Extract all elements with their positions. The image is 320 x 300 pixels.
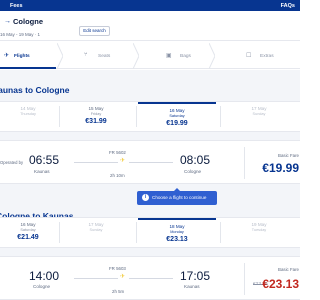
- outbound-flight-card[interactable]: Operated by 06:55 Kaunas FR 5602 ✈ 2h 10…: [0, 140, 300, 184]
- step-seats[interactable]: ⑂ Seats: [84, 43, 134, 69]
- step-separator: [133, 43, 139, 69]
- date-option[interactable]: 15 May Friday €31.99: [62, 102, 130, 131]
- date-option-selected[interactable]: 18 May Monday €23.13: [138, 218, 216, 247]
- plane-icon: ✈: [4, 53, 10, 59]
- faqs-link[interactable]: FAQs: [281, 3, 295, 9]
- edit-search-button[interactable]: Edit search: [79, 26, 110, 36]
- fare-label: Basic Fare: [278, 153, 299, 158]
- arrival-time: 17:05: [180, 269, 211, 283]
- seat-icon: ⑂: [84, 52, 88, 58]
- fare-price: €19.99: [262, 161, 299, 175]
- step-bags-label: Bags: [180, 54, 191, 59]
- date-option[interactable]: 16 May Saturday €21.49: [0, 218, 56, 247]
- step-seats-label: Seats: [98, 54, 111, 59]
- step-flights-label: Flights: [14, 54, 30, 59]
- fees-link[interactable]: Fees: [10, 3, 23, 9]
- destination-title: Cologne: [13, 17, 43, 26]
- departure-time: 06:55: [29, 153, 60, 167]
- step-extras-label: Extras: [260, 54, 274, 59]
- flight-number: FR 5602: [109, 150, 126, 155]
- flight-duration: 2h 10m: [110, 173, 125, 178]
- outbound-date-bar: 14 May Thursday 15 May Friday €31.99 16 …: [0, 101, 300, 132]
- date-option[interactable]: 17 May Sunday: [62, 218, 130, 247]
- bag-icon: ▣: [166, 53, 172, 59]
- date-option[interactable]: 19 May Tuesday: [224, 218, 294, 247]
- step-flights[interactable]: ✈ Flights: [4, 43, 64, 69]
- flight-duration: 2h 5m: [112, 289, 125, 294]
- extras-icon: ☐: [246, 53, 252, 59]
- trip-summary: → Cologne 16 May - 19 May · 1 Edit searc…: [0, 11, 300, 41]
- booking-steps: ✈ Flights ⑂ Seats ▣ Bags ☐ Extras: [0, 43, 300, 69]
- arrival-city: Cologne: [184, 169, 202, 174]
- plane-icon: ✈: [120, 274, 126, 280]
- fare-price: €23.13: [262, 277, 299, 291]
- fare-label: Basic Fare: [278, 267, 299, 272]
- departure-city: Cologne: [33, 284, 51, 289]
- date-option[interactable]: 17 May Sunday: [224, 102, 294, 131]
- outbound-title: Kaunas to Cologne: [0, 85, 70, 95]
- arrival-time: 08:05: [180, 153, 211, 167]
- step-extras[interactable]: ☐ Extras: [246, 43, 296, 69]
- inbound-flight-card[interactable]: 14:00 Cologne FR 5603 ✈ 2h 5m 17:05 Kaun…: [0, 256, 300, 300]
- active-step-underline: [0, 67, 56, 69]
- departure-time: 14:00: [29, 269, 60, 283]
- departure-city: Kaunas: [34, 169, 50, 174]
- arrow-right-icon: →: [4, 18, 11, 25]
- info-icon: i: [142, 194, 149, 201]
- date-option-selected[interactable]: 16 May Saturday €19.99: [138, 102, 216, 131]
- step-separator: [57, 43, 63, 69]
- flight-number: FR 5603: [109, 266, 126, 271]
- date-option[interactable]: 14 May Thursday: [0, 102, 56, 131]
- inbound-date-bar: 16 May Saturday €21.49 17 May Sunday 18 …: [0, 217, 300, 248]
- toast-text: Choose a flight to continue: [152, 195, 207, 200]
- top-nav: Fees FAQs: [0, 0, 300, 11]
- choose-flight-toast: i Choose a flight to continue: [137, 188, 217, 205]
- plane-icon: ✈: [120, 158, 126, 164]
- step-separator: [209, 43, 215, 69]
- operated-by-label: Operated by: [0, 160, 24, 165]
- trip-dates: 16 May - 19 May · 1: [0, 32, 41, 37]
- arrival-city: Kaunas: [184, 284, 200, 289]
